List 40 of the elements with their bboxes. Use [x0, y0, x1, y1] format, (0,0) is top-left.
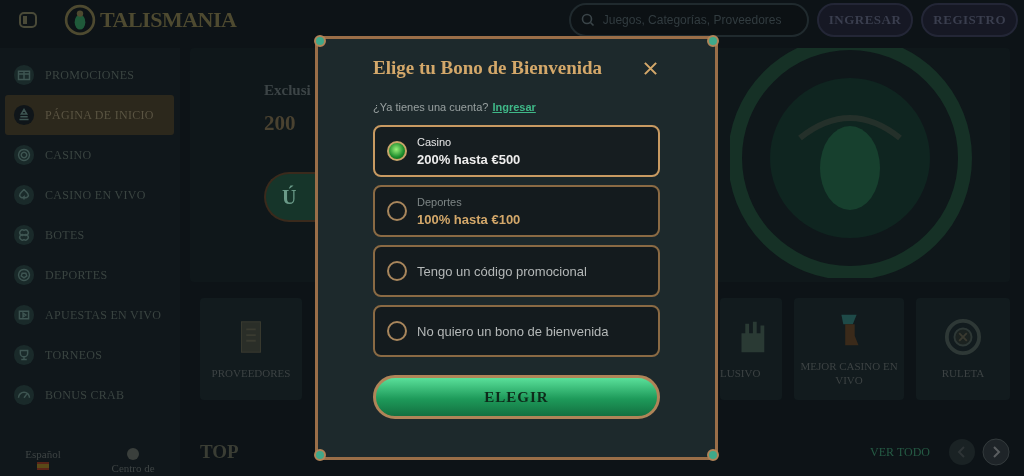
gift-icon [13, 64, 35, 86]
account-prompt: ¿Ya tienes una cuenta? [373, 101, 489, 113]
gauge-icon [13, 384, 35, 406]
bonus-option[interactable]: Tengo un código promocional [373, 245, 660, 297]
option-category: Casino [417, 135, 453, 148]
option-offer: 200% hasta €500 [417, 151, 521, 167]
radio-button[interactable] [387, 201, 407, 221]
home-icon [13, 104, 35, 126]
option-category: Deportes [417, 195, 463, 208]
login-link[interactable]: Ingresar [492, 101, 536, 113]
option-label: No quiero un bono de bienvenida [417, 323, 609, 339]
gem-icon [314, 449, 326, 461]
bonus-option[interactable]: Deportes 100% hasta €100 [373, 185, 660, 237]
option-label: Tengo un código promocional [417, 263, 587, 279]
option-offer: 100% hasta €100 [417, 211, 521, 227]
radio-button[interactable] [387, 321, 407, 341]
flag-icon [37, 462, 50, 470]
logo-text[interactable]: TALISMANIA [100, 7, 237, 33]
spade-icon [13, 184, 35, 206]
menu-toggle-icon[interactable] [18, 10, 38, 30]
roulette-wheel-icon [944, 317, 982, 356]
hero-button[interactable]: Ú [264, 172, 315, 222]
bonus-option[interactable]: Casino 200% hasta €500 [373, 125, 660, 177]
scarab-logo-icon [64, 4, 96, 36]
close-icon[interactable] [643, 60, 658, 76]
dialog-title: Elige tu Bono de Bienvenida [373, 57, 603, 79]
choose-button[interactable]: ELEGIR [373, 375, 660, 419]
view-all-link[interactable]: VER TODO [870, 444, 930, 460]
radio-button[interactable] [387, 141, 407, 161]
gem-icon [707, 449, 719, 461]
hero-amount: 200 [264, 111, 296, 136]
radio-button[interactable] [387, 261, 407, 281]
help-icon [127, 448, 140, 460]
bonus-option[interactable]: No quiero un bono de bienvenida [373, 305, 660, 357]
search-icon [580, 13, 595, 27]
chip-icon [13, 144, 35, 166]
gem-icon [707, 35, 719, 47]
gem-icon [314, 35, 326, 47]
play-icon [13, 304, 35, 326]
trophy-icon [13, 344, 35, 366]
